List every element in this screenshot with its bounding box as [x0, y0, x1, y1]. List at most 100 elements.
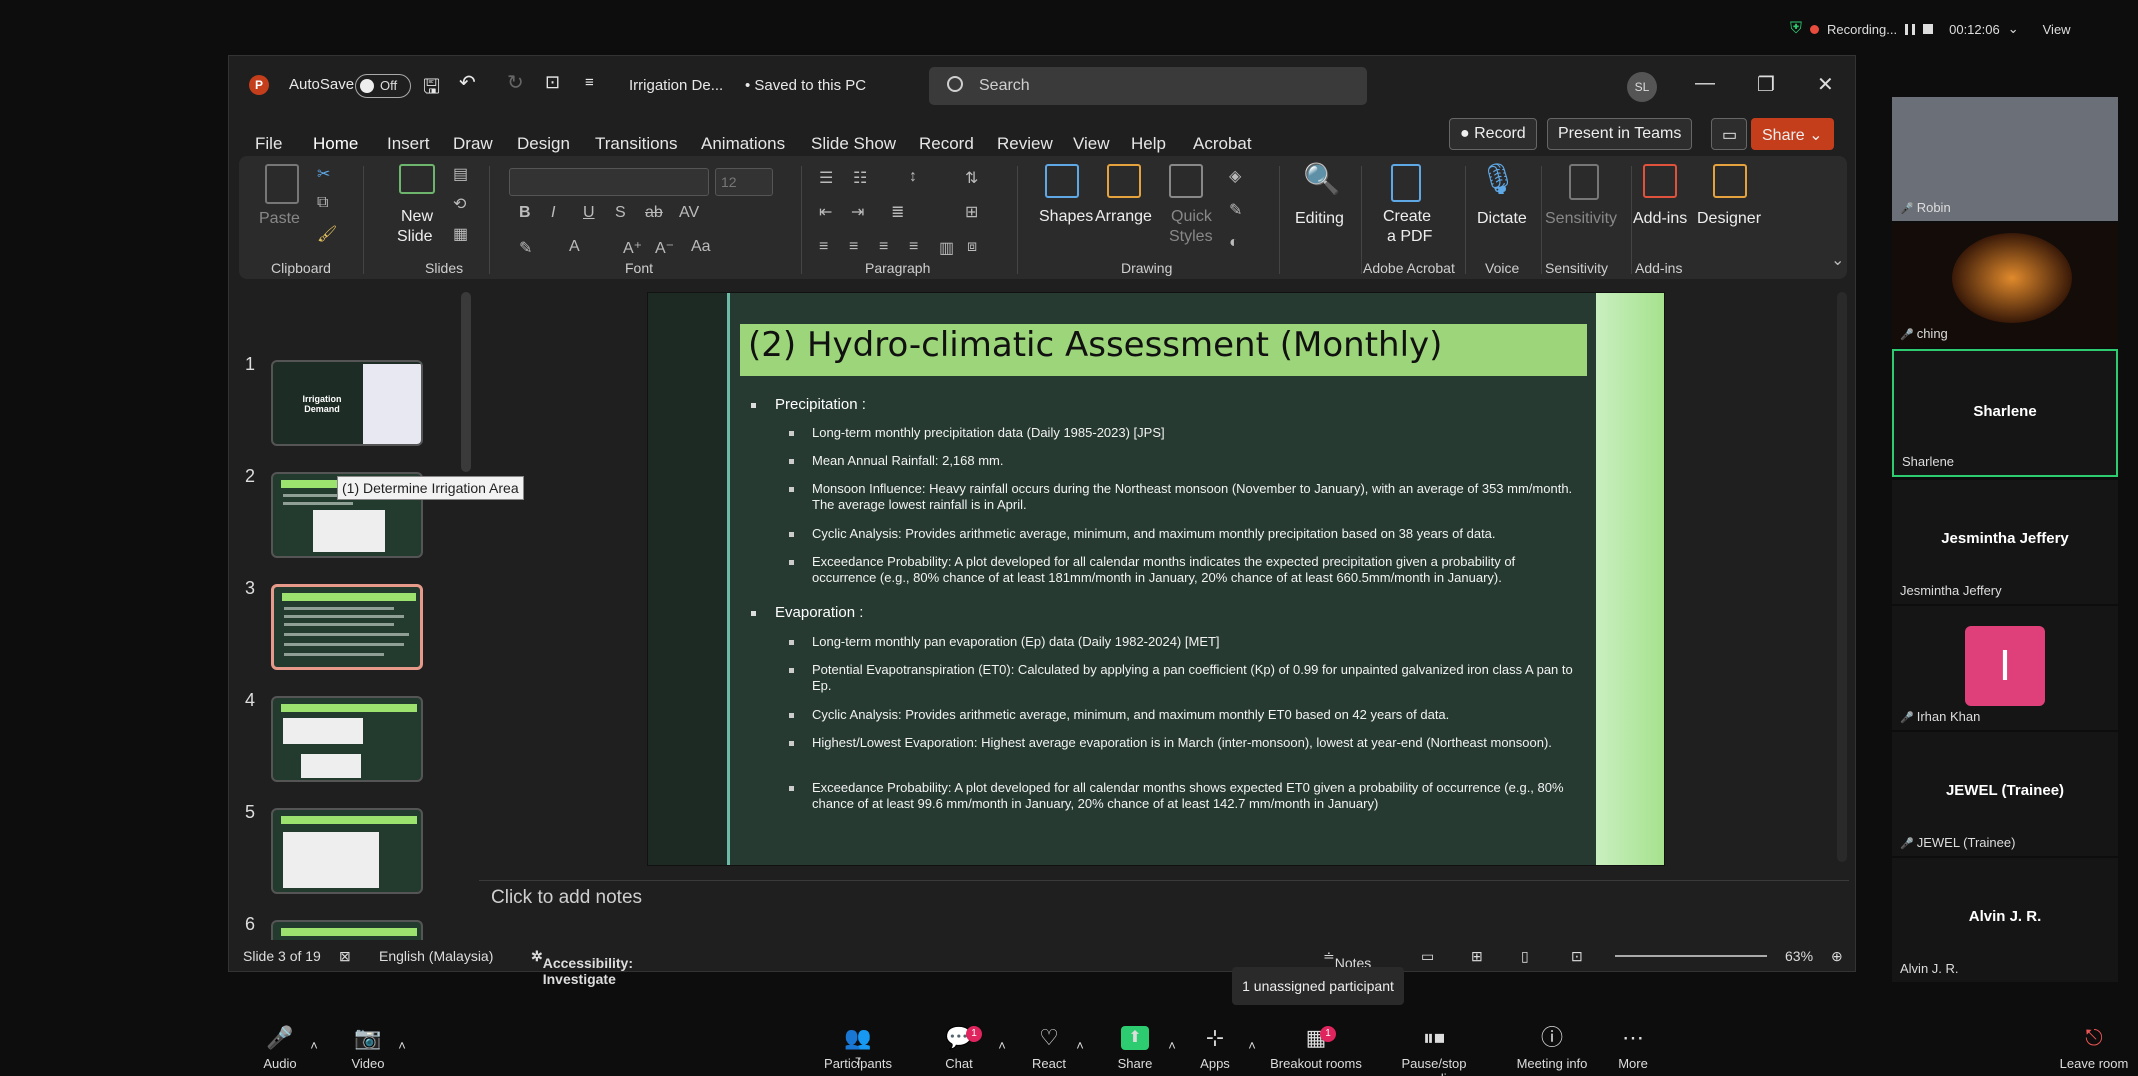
- increase-indent-icon[interactable]: ⇥: [851, 202, 864, 222]
- collapse-ribbon-icon[interactable]: ⌄: [1831, 250, 1844, 270]
- italic-icon[interactable]: I: [551, 204, 555, 222]
- paste-button[interactable]: Paste: [259, 210, 300, 228]
- leave-room-button[interactable]: ⎋ Leave room: [2054, 1018, 2134, 1072]
- highlight-icon[interactable]: ✎: [519, 238, 532, 258]
- comments-icon[interactable]: ▭: [1711, 118, 1747, 150]
- shape-outline-icon[interactable]: ✎: [1229, 200, 1242, 220]
- underline-icon[interactable]: U: [583, 204, 595, 222]
- tab-draw[interactable]: Draw: [453, 134, 493, 154]
- align-text-icon[interactable]: ⊞: [965, 202, 978, 222]
- video-tile-irhan[interactable]: I 🎤 Irhan Khan: [1892, 606, 2118, 730]
- slideshow-icon[interactable]: ⊡: [1571, 948, 1583, 965]
- save-icon[interactable]: 🖫: [423, 72, 440, 106]
- video-tile-robin[interactable]: 🎤 Robin: [1892, 97, 2118, 221]
- slide-sorter-icon[interactable]: ⊞: [1471, 948, 1483, 965]
- numbering-icon[interactable]: ☷: [853, 168, 867, 188]
- create-pdf-label[interactable]: Create: [1383, 208, 1431, 226]
- tab-insert[interactable]: Insert: [387, 134, 430, 154]
- save-status[interactable]: • Saved to this PC: [745, 77, 866, 94]
- reading-view-icon[interactable]: ▯: [1521, 948, 1529, 965]
- reset-icon[interactable]: ⟲: [453, 194, 466, 214]
- tab-slide-show[interactable]: Slide Show: [811, 134, 896, 154]
- dictate-button[interactable]: Dictate: [1477, 210, 1527, 228]
- align-right-icon[interactable]: ≡: [879, 238, 888, 256]
- notes-button[interactable]: ≐ Notes: [1323, 948, 1371, 971]
- shadow-icon[interactable]: S: [615, 204, 626, 222]
- more-button[interactable]: ⋯ More: [1608, 1018, 1658, 1072]
- slide-canvas[interactable]: (2) Hydro-climatic Assessment (Monthly) …: [647, 292, 1665, 866]
- format-painter-icon[interactable]: 🖌: [317, 224, 337, 244]
- present-in-teams-button[interactable]: Present in Teams: [1547, 118, 1693, 150]
- video-tile-sharlene[interactable]: Sharlene Sharlene: [1892, 349, 2118, 477]
- font-color-icon[interactable]: A: [569, 238, 580, 256]
- video-tile-jesmintha[interactable]: Jesmintha Jeffery Jesmintha Jeffery: [1892, 480, 2118, 604]
- editing-button[interactable]: Editing: [1295, 210, 1344, 228]
- share-screen-button[interactable]: ⬆ Share: [1110, 1018, 1160, 1071]
- tab-acrobat[interactable]: Acrobat: [1193, 134, 1252, 154]
- distributed-icon[interactable]: ▥: [939, 238, 954, 258]
- tab-review[interactable]: Review: [997, 134, 1053, 154]
- grow-font-icon[interactable]: A⁺: [623, 238, 642, 258]
- chevron-down-icon[interactable]: ⌄: [2008, 21, 2019, 37]
- recording-button[interactable]: ⏸⏹ Pause/stop recording: [1374, 1018, 1494, 1076]
- shapes-button[interactable]: Shapes: [1039, 208, 1093, 226]
- video-options-icon[interactable]: ˄: [392, 1038, 412, 1053]
- apps-options-icon[interactable]: ˄: [1242, 1038, 1262, 1053]
- thumbnail-scrollbar[interactable]: [461, 292, 471, 472]
- audio-options-icon[interactable]: ˄: [304, 1038, 324, 1053]
- shrink-font-icon[interactable]: A⁻: [655, 238, 674, 258]
- slide-thumbnail-5[interactable]: [271, 808, 423, 894]
- view-button[interactable]: View: [2043, 22, 2071, 37]
- pause-icon[interactable]: [1905, 23, 1916, 35]
- present-icon[interactable]: ⊡: [545, 72, 560, 93]
- avatar[interactable]: SL: [1627, 72, 1657, 102]
- line-spacing-icon[interactable]: ↕: [909, 168, 917, 186]
- cut-icon[interactable]: ✂: [317, 164, 330, 184]
- audio-button[interactable]: 🎤 Audio: [250, 1018, 310, 1072]
- meeting-info-button[interactable]: ⓘ Meeting info: [1512, 1018, 1592, 1072]
- slide-thumbnail-4[interactable]: [271, 696, 423, 782]
- new-slide-label[interactable]: New: [401, 208, 433, 226]
- slide-scrollbar[interactable]: [1837, 292, 1847, 862]
- spellcheck-icon[interactable]: ⊠: [339, 948, 351, 965]
- react-button[interactable]: ♡ React: [1024, 1018, 1074, 1072]
- zoom-level[interactable]: 63%: [1785, 948, 1813, 964]
- fit-slide-icon[interactable]: ⊕: [1831, 948, 1843, 965]
- record-button[interactable]: ● Record: [1449, 118, 1537, 150]
- section-icon[interactable]: ▦: [453, 224, 468, 244]
- align-center-icon[interactable]: ≡: [849, 238, 858, 256]
- share-button[interactable]: Share ⌄: [1751, 118, 1834, 150]
- notes-placeholder[interactable]: Click to add notes: [491, 887, 642, 909]
- chat-options-icon[interactable]: ˄: [992, 1038, 1012, 1053]
- bullets-icon[interactable]: ☰: [819, 168, 833, 188]
- layout-icon[interactable]: ▤: [453, 164, 468, 184]
- tab-animations[interactable]: Animations: [701, 134, 785, 154]
- spacing-icon[interactable]: AV: [679, 204, 699, 222]
- decrease-indent-icon[interactable]: ⇤: [819, 202, 832, 222]
- minimize-icon[interactable]: —: [1695, 72, 1715, 95]
- video-tile-alvin[interactable]: Alvin J. R. Alvin J. R.: [1892, 858, 2118, 982]
- apps-button[interactable]: ⊹ Apps: [1190, 1018, 1240, 1072]
- slide-thumbnail-6[interactable]: [271, 920, 423, 940]
- designer-button[interactable]: Designer: [1697, 210, 1761, 228]
- video-tile-ching[interactable]: 🎤 ching: [1892, 223, 2118, 347]
- language[interactable]: English (Malaysia): [379, 948, 493, 964]
- shape-fill-icon[interactable]: ◈: [1229, 166, 1241, 186]
- sensitivity-button[interactable]: Sensitivity: [1545, 210, 1617, 228]
- video-tile-jewel[interactable]: JEWEL (Trainee) 🎤 JEWEL (Trainee): [1892, 732, 2118, 856]
- slide-thumbnail-3[interactable]: [271, 584, 423, 670]
- tab-transitions[interactable]: Transitions: [595, 134, 678, 154]
- breakout-rooms-button[interactable]: ▦ Breakout rooms: [1268, 1018, 1364, 1072]
- tab-help[interactable]: Help: [1131, 134, 1166, 154]
- clear-format-icon[interactable]: Aa: [691, 238, 711, 256]
- align-left-icon[interactable]: ≡: [819, 238, 828, 256]
- arrange-button[interactable]: Arrange: [1095, 208, 1152, 226]
- video-button[interactable]: 📷 Video: [338, 1018, 398, 1072]
- restore-icon[interactable]: ❐: [1757, 72, 1775, 97]
- text-direction-icon[interactable]: ⇅: [965, 168, 978, 188]
- smartart-icon[interactable]: ⧈: [967, 238, 977, 256]
- redo-icon[interactable]: ↻: [507, 70, 524, 95]
- participants-button[interactable]: 👥7 Participants: [818, 1018, 898, 1072]
- bold-icon[interactable]: B: [519, 204, 531, 222]
- accessibility[interactable]: ✲ Accessibility: Investigate: [531, 948, 633, 987]
